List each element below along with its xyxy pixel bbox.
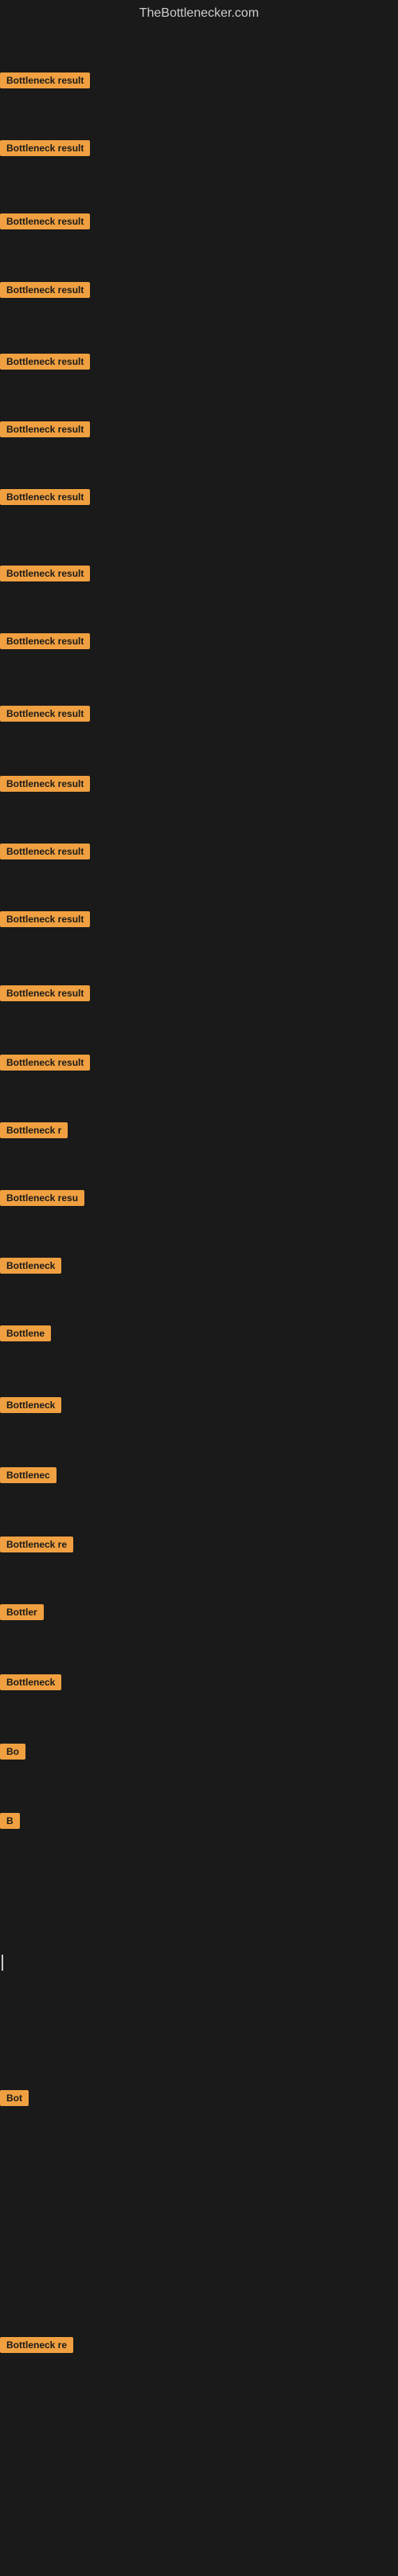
bottleneck-result-label: Bottleneck r: [0, 1122, 68, 1138]
bottleneck-result-item[interactable]: Bottleneck: [0, 1258, 61, 1278]
bottleneck-result-label: Bottler: [0, 1604, 44, 1620]
bottleneck-result-item[interactable]: Bottleneck result: [0, 706, 90, 726]
bottleneck-result-item[interactable]: Bottleneck: [0, 1397, 61, 1417]
bottleneck-result-label: Bottleneck result: [0, 421, 90, 437]
bottleneck-result-label: Bottleneck result: [0, 1055, 90, 1071]
bottleneck-result-item[interactable]: B: [0, 1813, 20, 1833]
bottleneck-result-item[interactable]: Bottleneck: [0, 1674, 61, 1694]
bottleneck-result-label: Bottleneck re: [0, 1537, 73, 1552]
bottleneck-result-item[interactable]: Bottleneck result: [0, 911, 90, 931]
bottleneck-result-label: Bottleneck resu: [0, 1190, 84, 1206]
bottleneck-result-label: Bottlene: [0, 1325, 51, 1341]
bottleneck-result-item[interactable]: Bottleneck result: [0, 489, 90, 509]
bottleneck-result-item[interactable]: Bottleneck result: [0, 566, 90, 585]
bottleneck-result-label: Bottleneck result: [0, 911, 90, 927]
bottleneck-result-item[interactable]: Bottleneck result: [0, 844, 90, 863]
cursor-line: [2, 1955, 3, 1971]
bottleneck-result-label: Bot: [0, 2090, 29, 2106]
bottleneck-result-item[interactable]: Bottleneck result: [0, 1055, 90, 1075]
bottleneck-result-label: Bottleneck result: [0, 985, 90, 1001]
bottleneck-result-item[interactable]: Bottleneck result: [0, 213, 90, 233]
bottleneck-result-item[interactable]: Bottler: [0, 1604, 44, 1624]
bottleneck-result-item[interactable]: Bottleneck r: [0, 1122, 68, 1142]
bottleneck-result-label: Bottleneck result: [0, 354, 90, 370]
bottleneck-result-label: Bottleneck re: [0, 2337, 73, 2353]
bottleneck-result-label: Bottleneck: [0, 1674, 61, 1690]
bottleneck-result-label: Bo: [0, 1744, 25, 1760]
bottleneck-result-item[interactable]: Bottleneck result: [0, 985, 90, 1005]
bottleneck-result-label: Bottleneck result: [0, 213, 90, 229]
bottleneck-result-label: Bottleneck result: [0, 706, 90, 722]
bottleneck-result-item[interactable]: Bottlenec: [0, 1467, 57, 1487]
bottleneck-result-label: Bottleneck: [0, 1258, 61, 1274]
bottleneck-result-item[interactable]: Bottleneck re: [0, 2337, 73, 2357]
bottleneck-result-label: B: [0, 1813, 20, 1829]
bottleneck-result-item[interactable]: Bottleneck result: [0, 633, 90, 653]
bottleneck-result-item[interactable]: Bottleneck result: [0, 354, 90, 374]
bottleneck-result-item[interactable]: Bottleneck result: [0, 421, 90, 441]
bottleneck-result-item[interactable]: Bottleneck re: [0, 1537, 73, 1556]
bottleneck-result-item[interactable]: Bo: [0, 1744, 25, 1764]
site-title: TheBottlenecker.com: [0, 0, 398, 27]
bottleneck-result-item[interactable]: Bottlene: [0, 1325, 51, 1345]
bottleneck-result-label: Bottleneck result: [0, 633, 90, 649]
bottleneck-result-label: Bottleneck: [0, 1397, 61, 1413]
bottleneck-result-label: Bottleneck result: [0, 72, 90, 88]
bottleneck-result-label: Bottleneck result: [0, 282, 90, 298]
bottleneck-result-item[interactable]: Bottleneck resu: [0, 1190, 84, 1210]
bottleneck-result-label: Bottleneck result: [0, 489, 90, 505]
bottleneck-result-item[interactable]: Bottleneck result: [0, 776, 90, 796]
bottleneck-result-item[interactable]: Bottleneck result: [0, 140, 90, 160]
bottleneck-result-label: Bottleneck result: [0, 844, 90, 859]
bottleneck-result-item[interactable]: Bot: [0, 2090, 29, 2110]
bottleneck-result-item[interactable]: Bottleneck result: [0, 282, 90, 302]
bottleneck-result-item[interactable]: Bottleneck result: [0, 72, 90, 92]
bottleneck-result-label: Bottlenec: [0, 1467, 57, 1483]
bottleneck-result-label: Bottleneck result: [0, 566, 90, 581]
bottleneck-result-label: Bottleneck result: [0, 776, 90, 792]
bottleneck-result-label: Bottleneck result: [0, 140, 90, 156]
